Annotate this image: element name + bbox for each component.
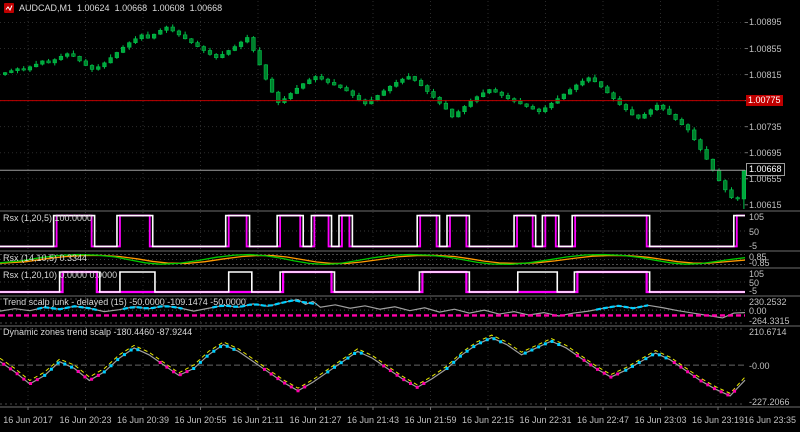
price-axis-label: 1.00695 xyxy=(749,147,782,158)
price-axis[interactable]: 1.00895 1.00855 1.00815 1.00775 1.00735 1.006… xyxy=(746,0,800,407)
indicator-label-dynamic-zones-trend-scalp: Dynamic zones trend scalp -180.4460 -87.… xyxy=(3,327,193,337)
indicator-axis-label: 50 xyxy=(749,227,760,237)
time-axis-label: 16 Jun 21:11 xyxy=(232,415,284,425)
indicator-axis-label: 105 xyxy=(749,212,765,222)
indicator-label-rsx-1-20-5: Rsx (1,20,5) 100.0000 xyxy=(3,213,93,223)
mt4-chart-window: AUDCAD,M1 1.00624 1.00668 1.00608 1.0066… xyxy=(0,0,800,432)
time-axis-label: 16 Jun 22:31 xyxy=(519,415,572,425)
time-axis-label: 16 Jun 22:15 xyxy=(461,415,515,425)
indicator-axis-label: -227.2066 xyxy=(749,397,790,407)
chart-window-icon xyxy=(4,3,14,13)
price-axis-label: 1.00815 xyxy=(749,69,782,80)
time-axis-label: 16 Jun 23:19 xyxy=(691,415,745,425)
time-axis-label: 16 Jun 21:27 xyxy=(289,415,342,425)
price-low: 1.00608 xyxy=(152,3,185,13)
time-axis-label: 16 Jun 23:35 xyxy=(743,415,797,425)
symbol-timeframe: AUDCAD,M1 xyxy=(19,3,73,13)
time-axis-label: 16 Jun 20:23 xyxy=(59,415,112,425)
price-open: 1.00624 xyxy=(77,3,110,13)
price-axis-label: 1.00855 xyxy=(749,43,782,54)
indicator-axis-label: -0.85 xyxy=(749,258,770,268)
indicator-axis-label: -264.3315 xyxy=(749,316,790,326)
time-axis[interactable]: 16 Jun 2017 16 Jun 20:23 16 Jun 20:39 16 Ju… xyxy=(0,407,800,432)
price-close: 1.00668 xyxy=(189,3,223,13)
chart-canvas[interactable] xyxy=(0,0,800,432)
alert-line-price-tag[interactable]: 1.00775 xyxy=(746,94,783,106)
indicator-label-rsx-1-20-10: Rsx (1,20,10) 0.0000 0.0000 xyxy=(3,270,118,280)
time-axis-label: 16 Jun 2017 xyxy=(3,415,53,425)
price-axis-label: 1.00615 xyxy=(749,199,782,210)
price-axis-label: 1.00895 xyxy=(749,17,782,28)
indicator-axis-label: 0.00 xyxy=(749,306,767,317)
indicator-label-rsx-14-10-5: Rsx (14,10,5) 0.3344 xyxy=(3,253,88,263)
indicator-axis-label: 210.6714 xyxy=(749,327,787,337)
bid-price-tag[interactable]: 1.00668 xyxy=(746,163,785,177)
chart-title: AUDCAD,M1 1.00624 1.00668 1.00608 1.0066… xyxy=(4,3,222,13)
indicator-label-trend-scalp-junk: Trend scalp junk - delayed (15) -50.0000… xyxy=(3,297,246,307)
indicator-axis-label: -5 xyxy=(749,241,758,251)
indicator-axis-label: -0.00 xyxy=(749,361,770,372)
time-axis-label: 16 Jun 21:59 xyxy=(404,415,457,425)
time-axis-label: 16 Jun 23:03 xyxy=(634,415,687,425)
time-axis-label: 16 Jun 21:43 xyxy=(346,415,400,425)
time-axis-label: 16 Jun 20:39 xyxy=(116,415,170,425)
indicator-axis-label: -5 xyxy=(749,286,758,296)
price-axis-label: 1.00735 xyxy=(749,121,782,132)
time-axis-label: 16 Jun 20:55 xyxy=(174,415,227,425)
price-high: 1.00668 xyxy=(114,3,148,13)
time-axis-label: 16 Jun 22:47 xyxy=(576,415,630,425)
